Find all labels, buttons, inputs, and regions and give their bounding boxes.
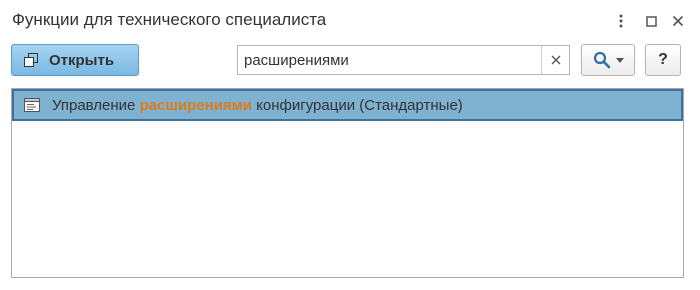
toolbar: Открыть ? (0, 43, 700, 77)
list-item-text-prefix: Управление (52, 96, 140, 114)
search-options-button[interactable] (581, 44, 635, 76)
search-icon (593, 51, 610, 69)
functions-list: Управление расширениями конфигурации (Ст… (11, 88, 684, 278)
window-title: Функции для технического специалиста (12, 10, 327, 29)
more-icon[interactable] (611, 11, 631, 31)
document-icon (24, 98, 40, 112)
list-item-text-suffix: конфигурации (Стандартные) (252, 96, 463, 114)
close-icon[interactable] (668, 11, 688, 31)
help-button[interactable]: ? (645, 44, 681, 76)
open-button[interactable]: Открыть (11, 44, 139, 76)
search-box (237, 45, 570, 75)
list-item[interactable]: Управление расширениями конфигурации (Ст… (12, 89, 683, 121)
list-item-text-highlight: расширениями (139, 96, 252, 114)
dialog-window: Функции для технического специалиста Отк… (0, 0, 700, 290)
search-input[interactable] (238, 46, 541, 74)
open-icon (24, 53, 38, 67)
open-button-label: Открыть (49, 51, 115, 69)
title-bar: Функции для технического специалиста (0, 0, 700, 40)
clear-icon (551, 55, 560, 65)
maximize-icon[interactable] (641, 11, 661, 31)
chevron-down-icon (615, 57, 624, 63)
clear-search-button[interactable] (541, 46, 569, 74)
